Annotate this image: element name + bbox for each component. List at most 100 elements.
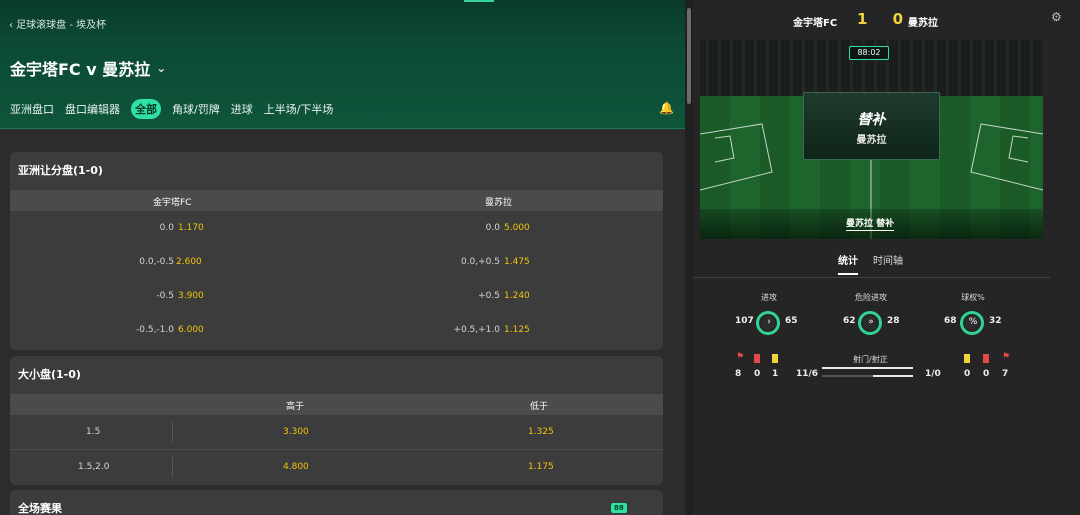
home-yellow: 1 xyxy=(772,369,779,379)
away-team-name: 曼苏拉 xyxy=(908,18,938,29)
market-tabs: 亚洲盘口 盘口编辑器 全部 角球/罚牌 进球 上半场/下半场 xyxy=(10,99,333,119)
red-card-icon xyxy=(754,354,760,363)
panel-title[interactable]: 大小盘(1-0) xyxy=(10,356,663,394)
tab-goals[interactable]: 进球 xyxy=(231,99,253,119)
event-title: 替补 xyxy=(857,112,886,128)
match-tracker: 88:02 替补 曼苏拉 曼苏拉 替补 xyxy=(700,40,1043,239)
away-column-label: 曼苏拉 xyxy=(485,198,513,208)
home-value: 107 xyxy=(735,316,754,326)
breadcrumb[interactable]: ‹ 足球滚球盘 - 埃及杯 xyxy=(9,16,106,31)
yellow-card-icon xyxy=(964,354,970,363)
bell-icon[interactable]: 🔔 xyxy=(659,101,674,115)
cards-and-shots: ⚑ 8 0 1 11/6 射门/射正 1/0 ⚑ 0 0 7 xyxy=(693,352,1050,384)
handicap-row: -0.5,-1.0 6.000 +0.5,+1.0 1.125 xyxy=(10,313,663,347)
event-team: 曼苏拉 xyxy=(856,135,887,146)
away-value: 65 xyxy=(785,316,798,326)
tab-all[interactable]: 全部 xyxy=(131,99,161,119)
corner-flag-icon: ⚑ xyxy=(1002,352,1011,362)
away-corners: 7 xyxy=(1002,369,1009,379)
handicap-row: -0.5 3.900 +0.5 1.240 xyxy=(10,279,663,313)
total-row: 1.5 3.300 1.325 xyxy=(10,415,663,449)
match-title-text: 金宇塔FC v 曼苏拉 xyxy=(10,60,151,79)
settings-icon[interactable]: ⚙ xyxy=(1051,10,1062,24)
home-odds[interactable]: 1.170 xyxy=(178,223,204,233)
over-under-panel: 大小盘(1-0) 高于 低于 1.5 3.300 1.325 1.5,2.0 4… xyxy=(10,356,663,485)
away-line: +0.5 xyxy=(478,291,500,301)
shots-label: 射门/射正 xyxy=(853,355,888,364)
under-odds[interactable]: 1.175 xyxy=(528,462,554,472)
away-line: 0.0 xyxy=(485,223,500,233)
over-odds[interactable]: 3.300 xyxy=(283,427,309,437)
home-odds[interactable]: 3.900 xyxy=(178,291,204,301)
header-indicator xyxy=(464,0,494,2)
scrollbar-thumb[interactable] xyxy=(687,8,691,104)
under-odds[interactable]: 1.325 xyxy=(528,427,554,437)
scoreboard: 金宇塔FC 1 0 曼苏拉 ⚙ xyxy=(693,0,1080,40)
match-header: ‹ 足球滚球盘 - 埃及杯 金宇塔FC v 曼苏拉 ⌄ 亚洲盘口 盘口编辑器 全… xyxy=(0,0,685,129)
home-value: 62 xyxy=(843,316,856,326)
away-shots-fill xyxy=(873,375,913,377)
stat-dangerous-attacks: 危险进攻 » 62 28 xyxy=(831,292,911,335)
column-header: 高于 低于 xyxy=(10,394,663,415)
tab-stats[interactable]: 统计 xyxy=(838,252,858,275)
away-shots: 1/0 xyxy=(925,369,941,379)
attack-icon: › xyxy=(767,317,771,327)
home-team-name: 金宇塔FC xyxy=(793,18,838,29)
score: 1 0 xyxy=(857,10,914,28)
live-pane: 金宇塔FC 1 0 曼苏拉 ⚙ 88:02 替补 曼苏拉 曼苏拉 替补 统计 时… xyxy=(693,0,1080,515)
home-line: -0.5 xyxy=(156,291,174,301)
stat-possession: 球权% % 68 32 xyxy=(933,292,1013,335)
panel-title[interactable]: 亚洲让分盘(1-0) xyxy=(10,152,663,190)
away-line: +0.5,+1.0 xyxy=(453,325,500,335)
over-odds[interactable]: 4.800 xyxy=(283,462,309,472)
event-caption-text: 曼苏拉 替补 xyxy=(846,219,895,231)
asian-handicap-panel: 亚洲让分盘(1-0) 金宇塔FC 曼苏拉 0.0 1.170 0.0 5.000… xyxy=(10,152,663,350)
corner-flag-icon: ⚑ xyxy=(736,352,745,362)
event-caption: 曼苏拉 替补 xyxy=(846,216,895,231)
stat-label: 球权% xyxy=(961,293,985,302)
red-card-icon xyxy=(983,354,989,363)
tab-halves[interactable]: 上半场/下半场 xyxy=(264,99,334,119)
markets-pane: ‹ 足球滚球盘 - 埃及杯 金宇塔FC v 曼苏拉 ⌄ 亚洲盘口 盘口编辑器 全… xyxy=(0,0,685,515)
total-line: 1.5 xyxy=(86,427,101,437)
stat-label: 进攻 xyxy=(761,293,777,302)
away-odds[interactable]: 1.475 xyxy=(504,257,530,267)
away-red: 0 xyxy=(983,369,990,379)
tab-asian-lines[interactable]: 亚洲盘口 xyxy=(10,99,54,119)
away-odds[interactable]: 5.000 xyxy=(504,223,530,233)
away-odds[interactable]: 1.240 xyxy=(504,291,530,301)
over-column-label: 高于 xyxy=(286,402,305,412)
yellow-card-icon xyxy=(772,354,778,363)
chevron-down-icon[interactable]: ⌄ xyxy=(156,61,166,75)
tab-bet-builder[interactable]: 盘口编辑器 xyxy=(65,99,120,119)
divider xyxy=(172,422,173,442)
away-value: 28 xyxy=(887,316,900,326)
home-red: 0 xyxy=(754,369,761,379)
panel-title[interactable]: 全场赛果 xyxy=(10,490,663,515)
home-line: 0.0 xyxy=(159,223,174,233)
home-odds[interactable]: 2.600 xyxy=(176,257,202,267)
stat-ring: › xyxy=(756,311,780,335)
home-corners: 8 xyxy=(735,369,742,379)
handicap-row: 0.0,-0.5 2.600 0.0,+0.5 1.475 xyxy=(10,245,663,279)
away-line: 0.0,+0.5 xyxy=(460,257,500,267)
under-column-label: 低于 xyxy=(530,402,549,412)
total-line: 1.5,2.0 xyxy=(78,462,110,472)
match-title[interactable]: 金宇塔FC v 曼苏拉 ⌄ xyxy=(10,56,166,80)
stat-label: 危险进攻 xyxy=(855,293,887,302)
home-line: -0.5,-1.0 xyxy=(136,325,174,335)
stat-ring: » xyxy=(858,311,882,335)
total-row: 1.5,2.0 4.800 1.175 xyxy=(10,449,663,483)
market-badge[interactable]: 88 xyxy=(611,503,627,513)
home-shots: 11/6 xyxy=(796,369,819,379)
away-odds[interactable]: 1.125 xyxy=(504,325,530,335)
shots-on-target-bar xyxy=(822,375,913,377)
tab-corners-cards[interactable]: 角球/罚牌 xyxy=(172,99,220,119)
shots-bar xyxy=(822,367,913,369)
handicap-row: 0.0 1.170 0.0 5.000 xyxy=(10,211,663,245)
home-odds[interactable]: 6.000 xyxy=(178,325,204,335)
tab-timeline[interactable]: 时间轴 xyxy=(873,252,903,267)
percent-icon: % xyxy=(968,317,978,327)
app-root: ‹ 足球滚球盘 - 埃及杯 金宇塔FC v 曼苏拉 ⌄ 亚洲盘口 盘口编辑器 全… xyxy=(0,0,1080,515)
divider xyxy=(172,457,173,477)
